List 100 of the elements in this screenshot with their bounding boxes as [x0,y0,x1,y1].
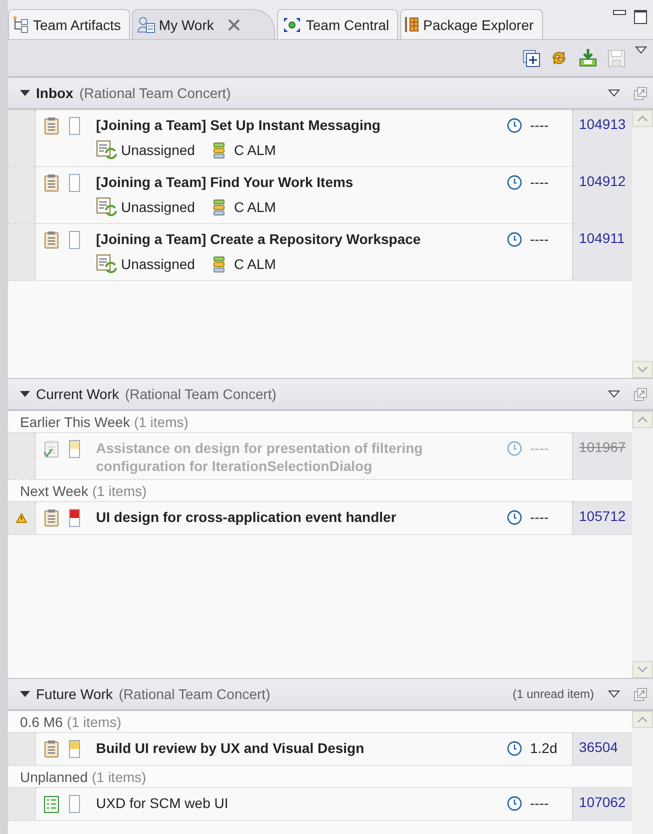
owner-icon [96,140,118,160]
clock-icon [507,796,522,810]
work-item-id[interactable]: 104911 [572,224,632,280]
group-count: (1 items) [92,768,146,784]
checked-task-icon [44,440,59,458]
save-icon[interactable] [608,50,625,66]
category-icon [212,142,225,158]
target-icon [282,16,302,34]
work-item-title[interactable]: [Joining a Team] Find Your Work Items [96,171,507,191]
section-source: (Rational Team Concert) [124,386,276,402]
scroll-up-icon[interactable] [637,716,648,723]
work-item-title[interactable]: [Joining a Team] Create a Repository Workspace [96,228,507,248]
clipboard-icon [44,740,59,758]
group-count: (1 items) [92,482,147,498]
group-label: Unplanned [20,768,88,784]
row-gutter [8,167,35,223]
priority-icon [69,231,80,249]
category-label: C ALM [234,199,276,215]
expand-arrow-icon[interactable] [20,390,30,398]
restore-icon[interactable] [634,86,647,100]
estimate: ---- [530,231,549,247]
row-gutter [8,110,35,166]
estimate: 1.2d [530,740,558,756]
work-item-title[interactable]: UI design for cross-application event handler [96,506,507,526]
scroll-up-icon[interactable] [637,115,648,122]
minimize-icon[interactable] [613,10,626,18]
category-icon [212,198,225,216]
scrollbar[interactable] [632,411,653,678]
clock-icon [507,510,522,524]
work-item-row[interactable]: [Joining a Team] Find Your Work Items ---- Unassigned C ALM 104912 [8,167,632,224]
group-label: Earlier This Week [20,414,130,430]
clock-icon [507,740,522,756]
close-icon[interactable] [228,18,240,30]
estimate: ---- [530,174,549,190]
view-menu-icon[interactable] [635,46,647,54]
priority-icon [69,795,80,813]
work-item-row[interactable]: [Joining a Team] Set Up Instant Messaging ---- Unassigned C ALM 104913 [8,110,632,167]
work-item-row[interactable]: [Joining a Team] Create a Repository Workspace ---- Unassigned C ALM 104911 [8,224,632,281]
row-gutter [8,433,35,479]
clipboard-icon [44,231,59,249]
scroll-down-icon[interactable] [637,366,648,373]
estimate: ---- [530,117,549,133]
view-menu-icon[interactable] [608,89,620,97]
priority-icon [69,440,80,458]
estimate: ---- [530,509,549,525]
clock-icon [507,174,522,190]
refresh-icon[interactable] [550,49,568,67]
work-item-title[interactable]: [Joining a Team] Set Up Instant Messaging [96,114,507,134]
clock-icon [507,232,522,246]
view-tab[interactable]: Package Explorer [400,9,543,39]
priority-icon [69,174,80,192]
section-source: (Rational Team Concert) [79,85,231,101]
section-title: Future Work [36,686,113,702]
owner-icon [96,254,118,274]
scrollbar[interactable] [632,110,653,378]
work-item-id[interactable]: 104912 [572,167,632,223]
category-label: C ALM [234,142,276,158]
expand-arrow-icon[interactable] [20,89,30,97]
category-label: C ALM [234,256,276,272]
clipboard-icon [44,509,59,527]
scrollbar[interactable] [632,711,653,834]
work-item-id[interactable]: 104913 [572,110,632,166]
work-item-id[interactable]: 107062 [572,788,632,820]
work-item-row[interactable]: UI design for cross-application event handler ---- 105712 [8,502,632,535]
estimate: ---- [530,440,549,456]
restore-icon[interactable] [634,388,647,400]
restore-icon[interactable] [634,688,647,700]
owner-label: Unassigned [121,256,195,272]
scroll-down-icon[interactable] [637,666,648,673]
unread-count: (1 unread item) [512,687,594,701]
add-icon[interactable] [523,50,540,66]
maximize-icon[interactable] [634,10,647,24]
work-item-id[interactable]: 36504 [572,733,632,765]
view-menu-icon[interactable] [608,390,620,398]
priority-icon [69,509,80,527]
section-title: Inbox [36,85,74,101]
scroll-up-icon[interactable] [637,416,648,423]
view-tab[interactable]: Team Artifacts [8,9,130,39]
work-item-row[interactable]: UXD for SCM web UI ---- 107062 [8,788,632,821]
work-item-id[interactable]: 105712 [572,502,632,534]
person-card-icon [136,16,155,33]
group-label: Next Week [20,482,88,498]
owner-icon [96,197,118,217]
group-count: (1 items) [66,714,122,730]
row-gutter [8,788,35,820]
owner-label: Unassigned [121,142,195,158]
view-tab[interactable]: Team Central [276,9,398,39]
work-item-title[interactable]: Build UI review by UX and Visual Design [96,737,507,757]
priority-icon [69,117,80,135]
view-menu-icon[interactable] [608,690,620,698]
group-count: (1 items) [134,414,188,430]
expand-arrow-icon[interactable] [20,690,30,698]
view-tab[interactable]: My Work [132,9,275,39]
download-icon[interactable] [578,48,598,68]
row-gutter [8,224,35,280]
work-item-title[interactable]: UXD for SCM web UI [96,792,507,812]
tree-icon [13,16,29,33]
category-icon [212,256,225,272]
clipboard-icon [44,174,59,192]
row-gutter [8,733,35,765]
